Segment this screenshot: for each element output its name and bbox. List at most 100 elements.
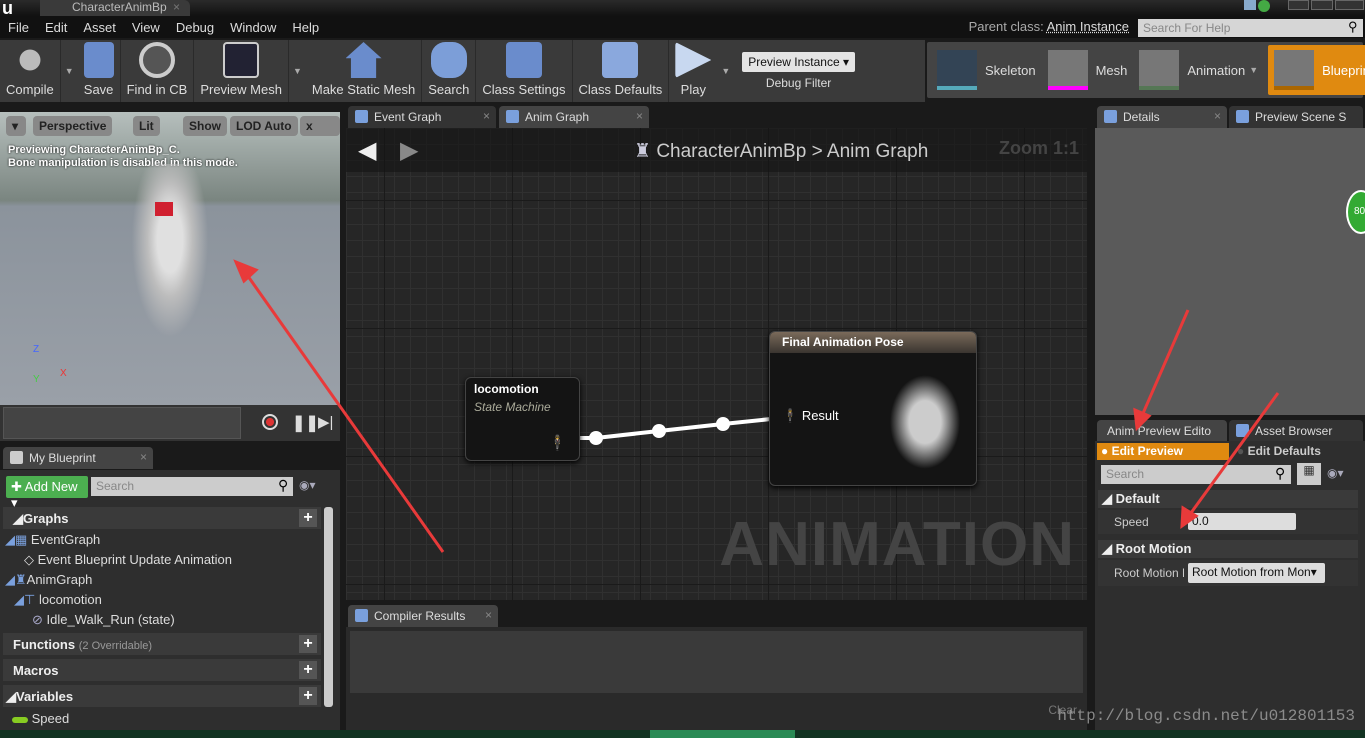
visibility-eye-icon[interactable]: ◉▾ [299, 478, 316, 492]
my-blueprint-search-input[interactable]: Search [91, 477, 293, 496]
mode-skeleton[interactable]: Skeleton [931, 45, 1042, 95]
menu-file[interactable]: File [0, 20, 37, 35]
lod-button[interactable]: LOD Auto [230, 116, 298, 136]
my-blueprint-tab[interactable]: My Blueprint × [3, 447, 153, 469]
result-pin[interactable]: 🕴 Result [782, 408, 839, 424]
play-button[interactable]: Play [669, 40, 717, 102]
tab-asset-browser[interactable]: Asset Browser [1229, 420, 1363, 442]
anim-graph-icon [506, 110, 519, 123]
close-icon[interactable]: × [1214, 109, 1221, 123]
variable-speed-label: Speed [31, 711, 70, 726]
debug-filter-select[interactable]: Preview Instance ▾ [742, 52, 855, 72]
visibility-eye-icon[interactable]: ◉▾ [1327, 466, 1344, 480]
tab-anim-preview-editor[interactable]: Anim Preview Edito [1097, 420, 1227, 442]
animation-chevron-icon[interactable]: ▼ [1249, 65, 1258, 75]
lit-button[interactable]: Lit [133, 116, 160, 136]
document-tab[interactable]: CharacterAnimBp × [40, 0, 190, 16]
tab-compiler-results[interactable]: Compiler Results × [348, 605, 498, 627]
viewport-options-chevron-icon[interactable]: ▾ [6, 116, 26, 136]
anim-graph-canvas[interactable]: ◀ ▶ ♜ CharacterAnimBp > Anim Graph Zoom … [346, 128, 1087, 600]
play-icon [675, 42, 712, 78]
close-icon[interactable]: × [485, 608, 492, 622]
add-new-button[interactable]: ✚ Add New ▾ [6, 476, 88, 510]
pause-button[interactable]: ❚❚ [292, 413, 319, 433]
preview-mesh-chevron-icon[interactable]: ▼ [293, 66, 302, 76]
node-locomotion-title: locomotion [474, 382, 539, 396]
compile-options-chevron-icon[interactable]: ▼ [65, 66, 74, 76]
variable-speed[interactable]: Speed [12, 711, 69, 726]
section-root-motion[interactable]: ◢ Root Motion [1098, 540, 1358, 558]
compiler-log [350, 631, 1083, 693]
menu-edit[interactable]: Edit [37, 20, 75, 35]
root-motion-dropdown[interactable]: Root Motion from Mon▾ [1188, 563, 1325, 583]
perspective-button[interactable]: Perspective [33, 116, 113, 136]
minimize-button[interactable] [1288, 0, 1310, 10]
edit-defaults-toggle[interactable]: ● Edit Defaults [1237, 444, 1321, 458]
edit-preview-toggle[interactable]: ● Edit Preview [1097, 443, 1229, 460]
class-defaults-button[interactable]: Class Defaults [573, 40, 670, 102]
compile-button[interactable]: Compile [0, 40, 61, 102]
help-search-input[interactable]: Search For Help [1138, 19, 1363, 37]
class-settings-icon [505, 42, 542, 78]
progress-indicator [650, 730, 795, 738]
search-button[interactable]: Search [422, 40, 477, 102]
tree-item-state[interactable]: ⊘ Idle_Walk_Run (state) [32, 612, 175, 628]
show-button[interactable]: Show [183, 116, 227, 136]
mode-blueprint[interactable]: Blueprint [1268, 45, 1365, 95]
close-window-button[interactable] [1334, 0, 1364, 10]
node-final-animation-pose[interactable]: Final Animation Pose 🕴 Result [769, 331, 977, 486]
close-icon[interactable]: × [140, 450, 147, 464]
section-macros[interactable]: Macros + [3, 659, 321, 681]
preview-viewport[interactable]: ▾ Perspective Lit Show LOD Auto x Previe… [0, 112, 340, 407]
property-matrix-button[interactable]: ▦ [1297, 463, 1321, 485]
my-blueprint-scrollbar[interactable] [324, 507, 333, 707]
notification-icon[interactable] [1244, 0, 1256, 10]
preview-search-input[interactable]: Search [1101, 465, 1291, 484]
maximize-button[interactable] [1311, 0, 1333, 10]
tab-details[interactable]: Details × [1097, 106, 1227, 128]
node-final-title: Final Animation Pose [770, 332, 976, 353]
mode-mesh[interactable]: Mesh [1042, 45, 1134, 95]
tab-preview-scene[interactable]: Preview Scene S [1229, 106, 1363, 128]
timeline-scrubber[interactable] [3, 407, 241, 439]
preview-mesh-button[interactable]: Preview Mesh [194, 40, 289, 102]
add-function-button[interactable]: + [299, 635, 317, 653]
section-variables[interactable]: ◢Variables + [3, 685, 321, 707]
play-options-chevron-icon[interactable]: ▼ [721, 66, 730, 76]
node-locomotion-state-machine[interactable]: locomotion State Machine 🕴 [465, 377, 580, 461]
tree-item-eventgraph[interactable]: ◢▦ EventGraph [5, 532, 100, 548]
tab-anim-graph[interactable]: Anim Graph × [499, 106, 649, 128]
close-icon[interactable]: × [636, 109, 643, 123]
tree-item-animgraph[interactable]: ◢♜AnimGraph [5, 572, 92, 588]
speed-value-input[interactable]: 0.0 [1188, 513, 1296, 530]
my-blueprint-panel: ✚ Add New ▾ Search ⚲ ◉▾ ◢Graphs + ◢▦ Even… [0, 470, 340, 732]
make-static-mesh-button[interactable]: Make Static Mesh [306, 40, 423, 102]
record-button[interactable] [262, 414, 278, 430]
menu-view[interactable]: View [124, 20, 168, 35]
close-icon[interactable]: × [483, 109, 490, 123]
tree-item-event-update[interactable]: ◇ Event Blueprint Update Animation [24, 552, 232, 568]
menu-debug[interactable]: Debug [168, 20, 222, 35]
add-graph-button[interactable]: + [299, 509, 317, 527]
close-icon[interactable]: × [173, 0, 180, 14]
step-forward-button[interactable]: ▶| [318, 413, 333, 431]
save-button[interactable]: Save [78, 40, 121, 102]
section-default[interactable]: ◢ Default [1098, 490, 1358, 508]
find-in-cb-button[interactable]: Find in CB [121, 40, 195, 102]
tab-event-graph[interactable]: Event Graph × [348, 106, 496, 128]
tree-item-locomotion[interactable]: ◢⊤ locomotion [14, 592, 102, 608]
parent-class-link[interactable]: Anim Instance [1047, 19, 1129, 34]
add-variable-button[interactable]: + [299, 687, 317, 705]
playback-speed-button[interactable]: x [300, 116, 340, 136]
menu-asset[interactable]: Asset [75, 20, 124, 35]
menu-window[interactable]: Window [222, 20, 284, 35]
menu-help[interactable]: Help [284, 20, 327, 35]
add-macro-button[interactable]: + [299, 661, 317, 679]
pose-output-pin-icon[interactable]: 🕴 [548, 434, 567, 452]
mode-switcher: Skeleton Mesh Animation▼ Blueprint [927, 42, 1365, 98]
mode-animation[interactable]: Animation ▼ [1133, 45, 1268, 95]
class-settings-button[interactable]: Class Settings [476, 40, 573, 102]
section-functions[interactable]: Functions (2 Overridable) + [3, 633, 321, 655]
section-graphs[interactable]: ◢Graphs + [3, 507, 321, 529]
source-control-icon[interactable] [1258, 0, 1270, 12]
